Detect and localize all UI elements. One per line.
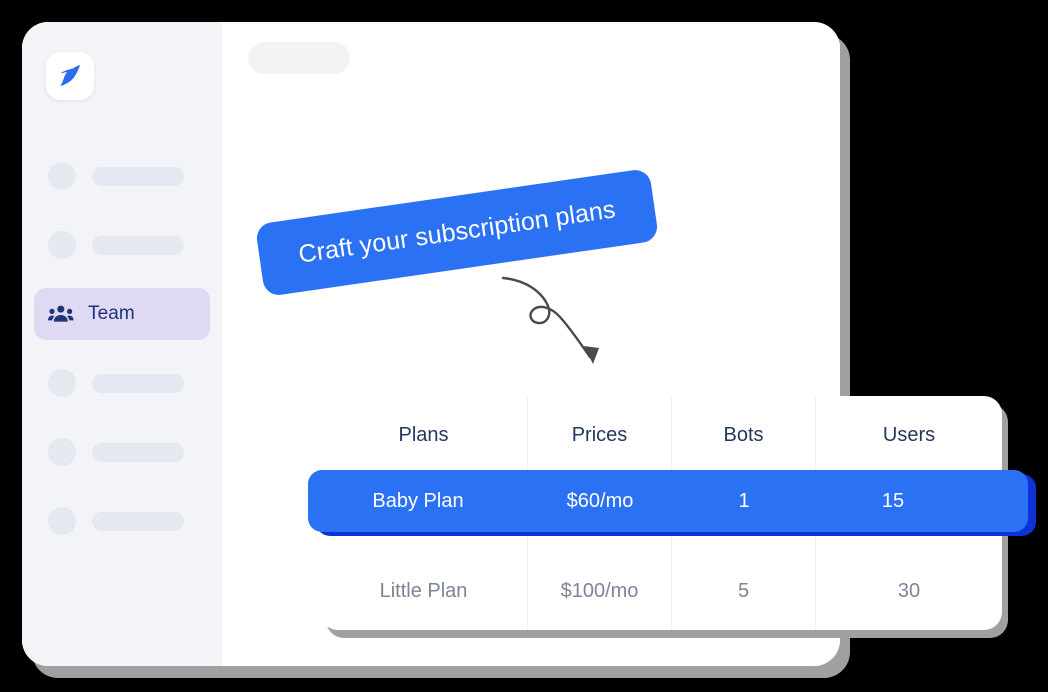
sidebar-item-label <box>92 166 184 186</box>
table-cell-price-highlighted: $60/mo <box>566 489 634 512</box>
sidebar-item-label <box>92 442 184 462</box>
bird-logo-icon <box>55 61 85 91</box>
table-cell-price: $100/mo <box>528 552 672 630</box>
table-cell-users: 30 <box>897 579 921 602</box>
sidebar-item-label-team: Team <box>88 303 135 324</box>
table-header-users: Users <box>882 423 936 446</box>
table-header-plans: Plans <box>320 396 528 474</box>
table-cell-users-highlighted: 15 <box>881 489 905 512</box>
sidebar-item-placeholder-3[interactable] <box>34 357 210 409</box>
placeholder-icon <box>48 507 76 535</box>
sidebar-item-label <box>92 235 184 255</box>
placeholder-icon <box>48 438 76 466</box>
table-cell-bots-highlighted: 1 <box>738 489 750 512</box>
placeholder-icon <box>48 162 76 190</box>
sidebar-nav: Team <box>22 150 222 564</box>
sidebar-item-team[interactable]: Team <box>34 288 210 340</box>
table-header-row: Plans Prices Bots Users <box>320 396 1002 474</box>
sidebar-item-placeholder-2[interactable] <box>34 219 210 271</box>
sidebar: Team <box>22 22 222 666</box>
table-cell-plan-highlighted: Baby Plan <box>372 489 464 512</box>
table-cell-bots: 5 <box>672 552 816 630</box>
table-header-bots: Bots <box>672 396 816 474</box>
app-logo[interactable] <box>46 52 94 100</box>
content-title-placeholder <box>248 42 350 74</box>
sidebar-item-placeholder-5[interactable] <box>34 495 210 547</box>
team-group-icon <box>48 304 74 324</box>
placeholder-icon <box>48 231 76 259</box>
sidebar-item-label <box>92 373 184 393</box>
table-row[interactable]: Little Plan $100/mo 5 30 <box>320 552 1002 630</box>
screenshot-stage: Team Craft your subscription plans Plans… <box>0 0 1048 692</box>
placeholder-icon <box>48 369 76 397</box>
sidebar-item-placeholder-4[interactable] <box>34 426 210 478</box>
sidebar-item-placeholder-1[interactable] <box>34 150 210 202</box>
sidebar-item-label <box>92 511 184 531</box>
table-row-highlighted[interactable]: Baby Plan $60/mo 1 15 <box>308 470 1028 532</box>
table-header-prices: Prices <box>528 396 672 474</box>
table-cell-plan: Little Plan <box>320 552 528 630</box>
curly-arrow-icon <box>498 272 638 378</box>
